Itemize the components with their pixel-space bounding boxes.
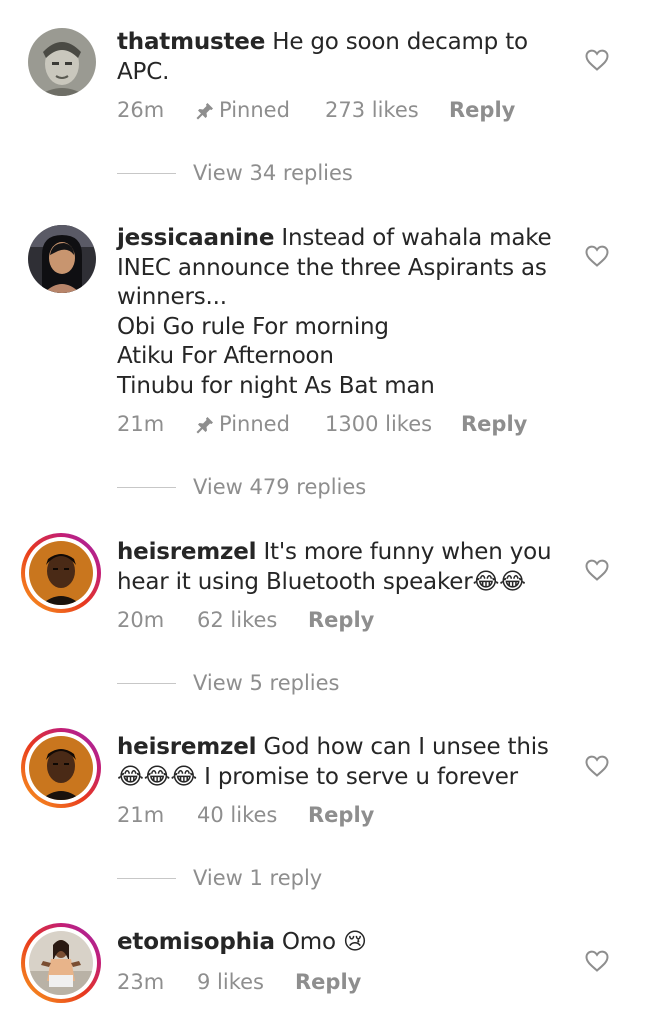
avatar-photo	[29, 931, 93, 995]
comment-username[interactable]: heisremzel	[117, 539, 257, 565]
pinned-text: Pinned	[219, 98, 290, 122]
comment-body: Omo 😢	[281, 929, 367, 955]
view-replies-button[interactable]: View 1 reply	[117, 866, 322, 890]
comment-time: 26m	[117, 98, 165, 122]
divider-line	[117, 877, 176, 879]
pinned-label: Pinned	[195, 412, 325, 436]
comment-text: etomisophia Omo 😢	[117, 928, 557, 958]
likes-count[interactable]: 62 likes	[197, 608, 308, 632]
pinned-label: Pinned	[195, 98, 325, 122]
pin-icon	[196, 417, 213, 434]
reply-button[interactable]: Reply	[461, 412, 527, 436]
likes-count[interactable]: 40 likes	[197, 803, 308, 827]
comment-text: thatmustee He go soon decamp to APC.	[117, 28, 557, 87]
heart-outline-icon[interactable]	[585, 245, 609, 267]
view-replies-label: View 479 replies	[193, 475, 367, 499]
pin-icon	[196, 103, 213, 120]
view-replies-label: View 5 replies	[193, 671, 340, 695]
heart-outline-icon[interactable]	[585, 755, 609, 777]
heart-outline-icon[interactable]	[585, 559, 609, 581]
comment-text: heisremzel It's more funny when you hear…	[117, 538, 557, 597]
comment-meta: 21m 40 likes Reply	[117, 803, 374, 827]
avatar[interactable]	[28, 225, 96, 293]
view-replies-label: View 1 reply	[193, 866, 323, 890]
avatar[interactable]	[28, 28, 96, 96]
reply-button[interactable]: Reply	[295, 970, 361, 994]
view-replies-button[interactable]: View 479 replies	[117, 475, 366, 499]
avatar-photo	[29, 541, 93, 605]
reply-button[interactable]: Reply	[308, 608, 374, 632]
view-replies-button[interactable]: View 5 replies	[117, 671, 340, 695]
comment-username[interactable]: jessicaanine	[117, 225, 274, 251]
comment-time: 20m	[117, 608, 165, 632]
avatar-photo	[29, 736, 93, 800]
comment-username[interactable]: etomisophia	[117, 929, 275, 955]
likes-count[interactable]: 1300 likes	[325, 412, 461, 436]
heart-outline-icon[interactable]	[585, 950, 609, 972]
reply-button[interactable]: Reply	[308, 803, 374, 827]
divider-line	[117, 486, 176, 488]
avatar[interactable]	[21, 728, 101, 808]
comment-meta: 23m 9 likes Reply	[117, 970, 361, 994]
comment-body-line: Obi Go rule For morning	[117, 313, 389, 340]
divider-line	[117, 682, 176, 684]
comment-time: 23m	[117, 970, 165, 994]
comment-body-line: Atiku For Afternoon	[117, 343, 334, 369]
comment-time: 21m	[117, 803, 165, 827]
divider-line	[117, 172, 176, 174]
comment-text: heisremzel God how can I unsee this 😂😂😂 …	[117, 733, 557, 792]
likes-count[interactable]: 9 likes	[197, 970, 295, 994]
reply-button[interactable]: Reply	[449, 98, 515, 122]
likes-count[interactable]: 273 likes	[325, 98, 449, 122]
comment-username[interactable]: thatmustee	[117, 29, 265, 55]
comment-username[interactable]: heisremzel	[117, 734, 257, 760]
view-replies-button[interactable]: View 34 replies	[117, 161, 353, 185]
pinned-text: Pinned	[219, 412, 290, 436]
comment-meta: 21m Pinned 1300 likes Reply	[117, 412, 527, 436]
heart-outline-icon[interactable]	[585, 49, 609, 71]
comment-meta: 26m Pinned 273 likes Reply	[117, 98, 515, 122]
view-replies-label: View 34 replies	[193, 161, 353, 185]
comment-meta: 20m 62 likes Reply	[117, 608, 374, 632]
avatar[interactable]	[21, 533, 101, 613]
comment-body-line: Tinubu for night As Bat man	[117, 372, 435, 399]
comment-text: jessicaanine Instead of wahala make INEC…	[117, 224, 557, 401]
avatar[interactable]	[21, 923, 101, 1003]
comment-time: 21m	[117, 412, 165, 436]
